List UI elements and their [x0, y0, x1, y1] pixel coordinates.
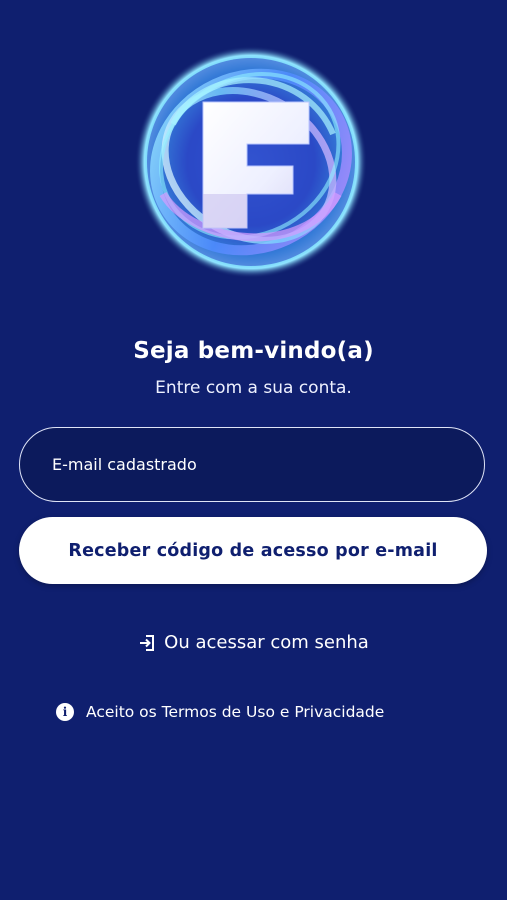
login-arrow-icon	[138, 634, 156, 652]
password-login-label: Ou acessar com senha	[164, 632, 369, 653]
app-logo	[133, 44, 369, 280]
terms-label: Aceito os Termos de Uso e Privacidade	[86, 703, 385, 721]
email-field[interactable]	[19, 427, 485, 502]
welcome-title: Seja bem-vindo(a)	[133, 338, 374, 364]
request-code-button[interactable]: Receber código de acesso por e-mail	[19, 517, 487, 584]
password-login-link[interactable]: Ou acessar com senha	[0, 632, 507, 653]
app-logo-icon	[135, 46, 367, 278]
info-icon[interactable]: i	[56, 703, 74, 721]
welcome-subtitle: Entre com a sua conta.	[155, 378, 352, 398]
terms-row: i Aceito os Termos de Uso e Privacidade	[56, 703, 384, 721]
